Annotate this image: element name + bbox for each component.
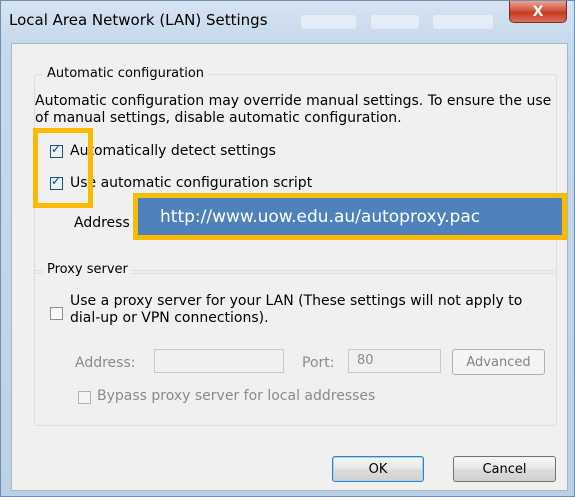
auto-detect-label[interactable]: Automatically detect settings <box>70 143 276 160</box>
autoproxy-url-banner: http://www.uow.edu.au/autoproxy.pac <box>133 193 567 240</box>
proxy-port-label: Port: <box>302 355 335 371</box>
close-icon: X <box>532 3 544 20</box>
bypass-local-label[interactable]: Bypass proxy server for local addresses <box>97 388 375 405</box>
proxy-server-label: Proxy server <box>43 262 132 277</box>
ok-button[interactable]: OK <box>332 456 424 482</box>
proxy-port-input[interactable]: 80 <box>348 349 441 373</box>
background-ghost-text <box>371 15 419 29</box>
proxy-address-input[interactable] <box>154 349 284 373</box>
background-ghost-text <box>433 15 493 29</box>
automatic-configuration-label: Automatic configuration <box>43 66 209 81</box>
lan-settings-window: Local Area Network (LAN) Settings X Auto… <box>0 0 575 497</box>
use-script-label[interactable]: Use automatic configuration script <box>70 175 312 192</box>
script-address-label: Address <box>74 215 130 231</box>
close-button[interactable]: X <box>509 1 567 23</box>
window-title: Local Area Network (LAN) Settings <box>9 11 268 29</box>
auto-config-description: Automatic configuration may override man… <box>35 93 552 126</box>
bypass-local-checkbox[interactable] <box>78 391 91 404</box>
advanced-button[interactable]: Advanced <box>452 349 545 375</box>
dialog-client-area: Automatic configuration Automatic config… <box>11 43 568 491</box>
cancel-button[interactable]: Cancel <box>453 456 556 482</box>
autoproxy-url-text: http://www.uow.edu.au/autoproxy.pac <box>160 206 481 227</box>
use-proxy-label[interactable]: Use a proxy server for your LAN (These s… <box>70 293 540 327</box>
title-bar[interactable]: Local Area Network (LAN) Settings X <box>1 1 575 43</box>
background-ghost-text <box>301 15 356 29</box>
proxy-address-label: Address: <box>75 355 136 371</box>
checkbox-highlight-box <box>33 128 93 208</box>
use-proxy-checkbox[interactable] <box>50 307 63 320</box>
